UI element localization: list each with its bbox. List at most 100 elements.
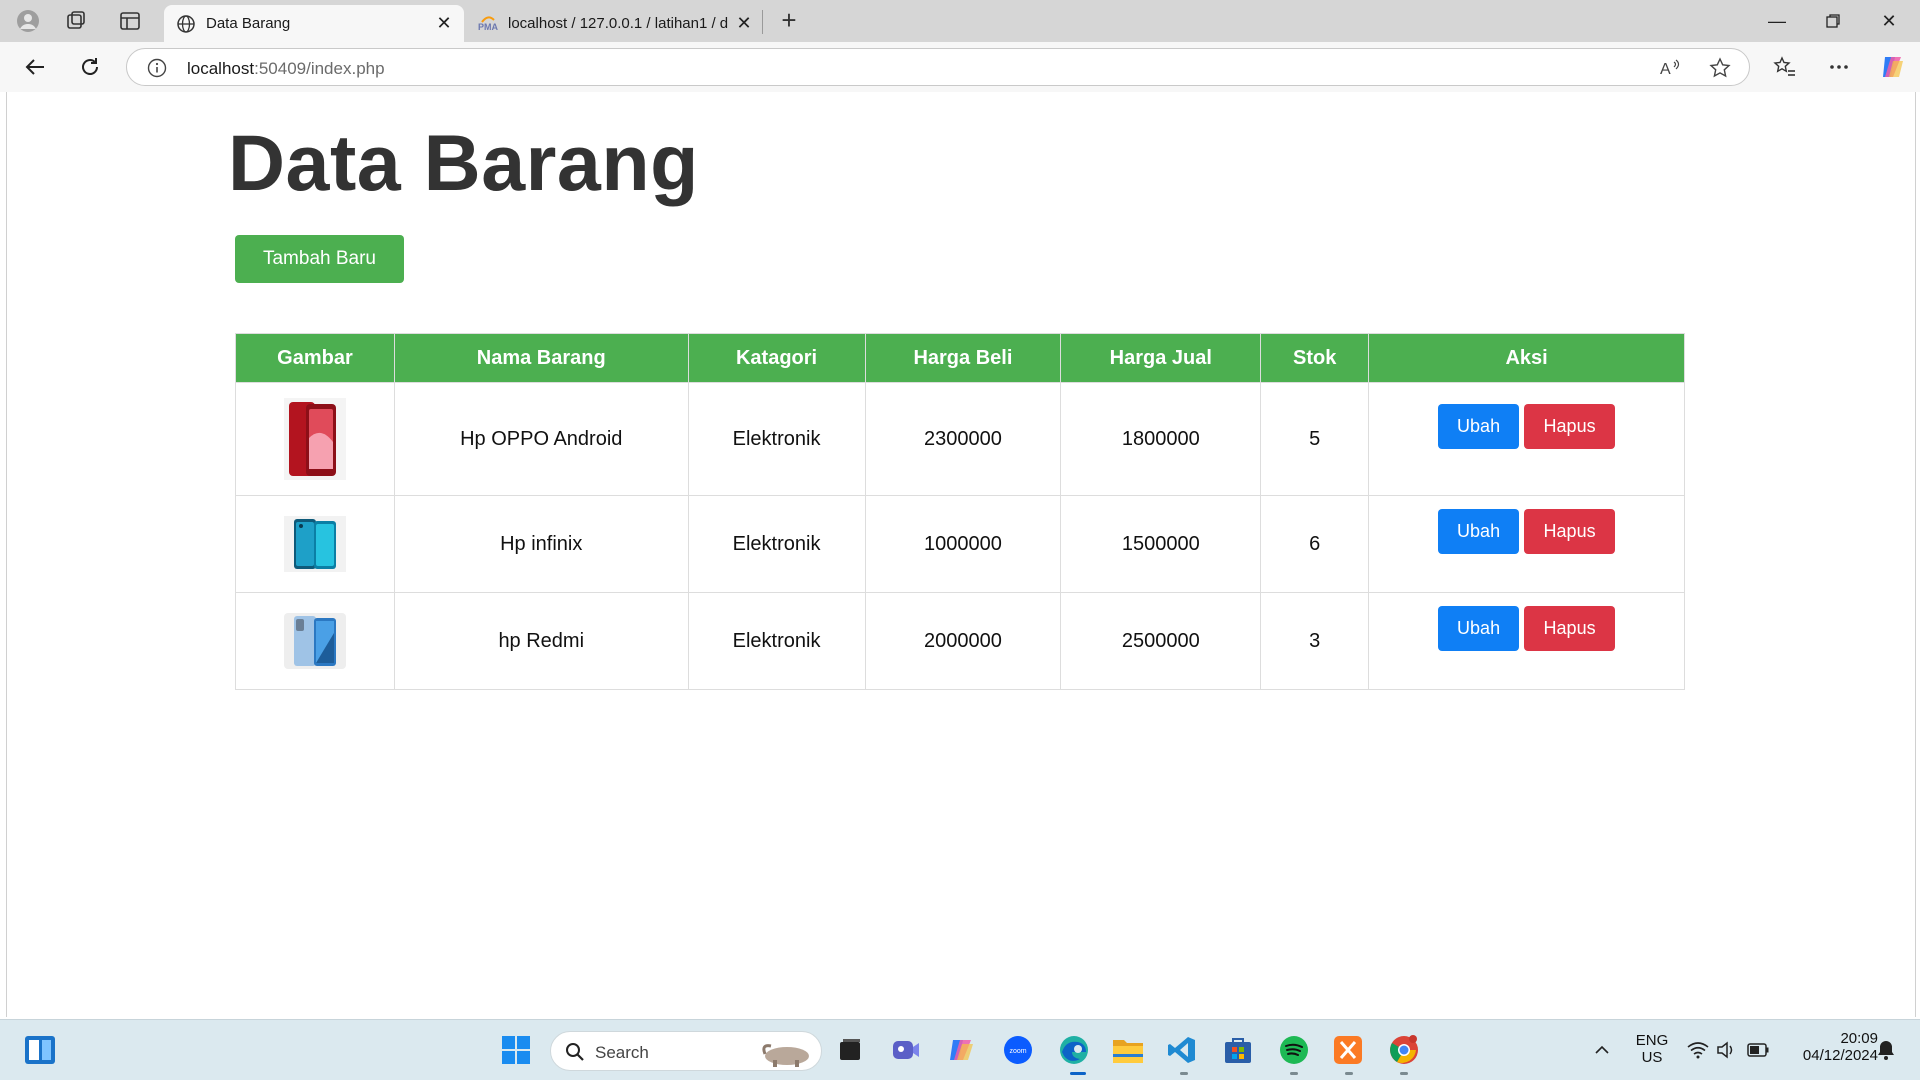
data-table: Gambar Nama Barang Katagori Harga Beli H… <box>235 333 1685 690</box>
edit-button[interactable]: Ubah <box>1438 606 1520 651</box>
cell-aksi: Ubah Hapus <box>1368 592 1685 690</box>
image-cell <box>235 592 395 690</box>
taskbar: Search zoom ENG US 20:09 04/12/2024 <box>0 1019 1920 1080</box>
clock-time: 20:09 <box>1840 1030 1878 1047</box>
edit-button[interactable]: Ubah <box>1438 404 1520 449</box>
workspaces-icon[interactable] <box>64 9 88 33</box>
clock-date: 04/12/2024 <box>1802 1047 1878 1064</box>
header-gambar: Gambar <box>235 333 395 383</box>
globe-icon <box>177 15 195 33</box>
favorites-icon[interactable] <box>1770 52 1800 82</box>
back-icon[interactable] <box>20 52 50 82</box>
notification-bell-icon[interactable] <box>1868 1032 1904 1068</box>
table-row: Hp OPPO Android Elektronik 2300000 18000… <box>235 382 1685 496</box>
running-app-indicator <box>1345 1072 1353 1075</box>
product-image-infinix <box>283 516 346 572</box>
active-app-indicator <box>1070 1072 1086 1075</box>
svg-text:PMA: PMA <box>478 22 498 32</box>
more-options-icon[interactable] <box>1824 52 1854 82</box>
start-icon[interactable] <box>498 1032 534 1068</box>
cell-stok: 6 <box>1260 495 1370 593</box>
search-placeholder: Search <box>595 1043 649 1062</box>
restore-icon[interactable] <box>1818 8 1848 34</box>
spotify-icon[interactable] <box>1276 1032 1312 1068</box>
header-harga-jual: Harga Jual <box>1060 333 1262 383</box>
battery-icon[interactable] <box>1740 1032 1776 1068</box>
table-header-row: Gambar Nama Barang Katagori Harga Beli H… <box>235 333 1685 383</box>
tab-phpmyadmin[interactable]: PMA localhost / 127.0.0.1 / latihan1 / d… <box>466 5 764 42</box>
svg-text:zoom: zoom <box>1009 1048 1026 1055</box>
url-path: :50409/index.php <box>254 59 385 78</box>
cell-stok: 5 <box>1260 382 1370 496</box>
cell-harga-jual: 1500000 <box>1060 495 1262 593</box>
cell-stok: 3 <box>1260 592 1370 690</box>
address-toolbar: localhost:50409/index.php A <box>0 42 1920 92</box>
cell-aksi: Ubah Hapus <box>1368 382 1685 496</box>
cell-aksi: Ubah Hapus <box>1368 495 1685 593</box>
image-cell <box>235 495 395 593</box>
cell-harga-jual: 1800000 <box>1060 382 1262 496</box>
tab-title: localhost / 127.0.0.1 / latihan1 / d <box>508 15 729 32</box>
tab-data-barang[interactable]: Data Barang ✕ <box>164 5 464 42</box>
minimize-icon[interactable]: — <box>1762 8 1792 34</box>
edge-icon[interactable] <box>1056 1032 1092 1068</box>
svg-text:A: A <box>1660 61 1671 78</box>
header-nama-barang: Nama Barang <box>393 333 689 383</box>
running-app-indicator <box>1400 1072 1408 1075</box>
favorite-star-icon[interactable] <box>1709 57 1731 79</box>
zoom-icon[interactable]: zoom <box>1000 1032 1036 1068</box>
new-tab-button[interactable]: + <box>776 7 802 34</box>
file-explorer-icon[interactable] <box>1110 1032 1146 1068</box>
edit-button[interactable]: Ubah <box>1438 509 1520 554</box>
close-window-icon[interactable]: ✕ <box>1874 8 1904 34</box>
cell-nama: Hp OPPO Android <box>393 382 689 496</box>
close-tab-icon[interactable]: ✕ <box>434 13 454 33</box>
copilot-app-icon[interactable] <box>944 1032 980 1068</box>
product-image-redmi <box>283 613 346 669</box>
header-harga-beli: Harga Beli <box>864 333 1062 383</box>
volume-icon[interactable] <box>1708 1032 1744 1068</box>
running-app-indicator <box>1290 1072 1298 1075</box>
input-language[interactable]: ENG US <box>1630 1032 1674 1066</box>
close-tab-icon[interactable]: ✕ <box>734 13 754 33</box>
phpmyadmin-icon: PMA <box>478 16 498 32</box>
add-new-button[interactable]: Tambah Baru <box>235 235 404 283</box>
tab-separator <box>762 10 763 34</box>
teams-meet-icon[interactable] <box>888 1032 924 1068</box>
xampp-icon[interactable] <box>1330 1032 1366 1068</box>
vscode-icon[interactable] <box>1164 1032 1200 1068</box>
url-field[interactable]: localhost:50409/index.php A <box>126 48 1750 86</box>
chrome-icon[interactable] <box>1386 1032 1422 1068</box>
language-code: ENG <box>1635 1032 1669 1049</box>
taskbar-search-input[interactable]: Search <box>550 1031 822 1071</box>
cell-harga-beli: 2000000 <box>864 592 1062 690</box>
delete-button[interactable]: Hapus <box>1524 509 1616 554</box>
header-stok: Stok <box>1260 333 1370 383</box>
cell-nama: Hp infinix <box>393 495 689 593</box>
running-app-indicator <box>1180 1072 1188 1075</box>
read-aloud-icon[interactable]: A <box>1659 57 1681 79</box>
header-katagori: Katagori <box>687 333 866 383</box>
profile-icon[interactable] <box>16 9 40 33</box>
cell-nama: hp Redmi <box>393 592 689 690</box>
task-view-icon[interactable] <box>832 1032 868 1068</box>
refresh-icon[interactable] <box>75 52 105 82</box>
url-text: localhost:50409/index.php <box>187 59 385 79</box>
delete-button[interactable]: Hapus <box>1524 606 1616 651</box>
action-buttons: Ubah Hapus <box>1438 404 1616 449</box>
clock[interactable]: 20:09 04/12/2024 <box>1782 1030 1878 1064</box>
widgets-icon[interactable] <box>22 1032 58 1068</box>
store-icon[interactable] <box>1220 1032 1256 1068</box>
cell-kategori: Elektronik <box>687 495 866 593</box>
info-icon[interactable] <box>147 58 167 78</box>
delete-button[interactable]: Hapus <box>1524 404 1616 449</box>
tab-actions-icon[interactable] <box>118 9 142 33</box>
action-buttons: Ubah Hapus <box>1438 509 1616 554</box>
product-image-oppo <box>283 398 346 480</box>
show-hidden-icons-icon[interactable] <box>1584 1032 1620 1068</box>
url-host: localhost <box>187 59 255 78</box>
page-title: Data Barang <box>228 118 699 207</box>
image-cell <box>235 382 395 496</box>
copilot-icon[interactable] <box>1878 52 1908 82</box>
keyboard-layout: US <box>1641 1049 1663 1066</box>
